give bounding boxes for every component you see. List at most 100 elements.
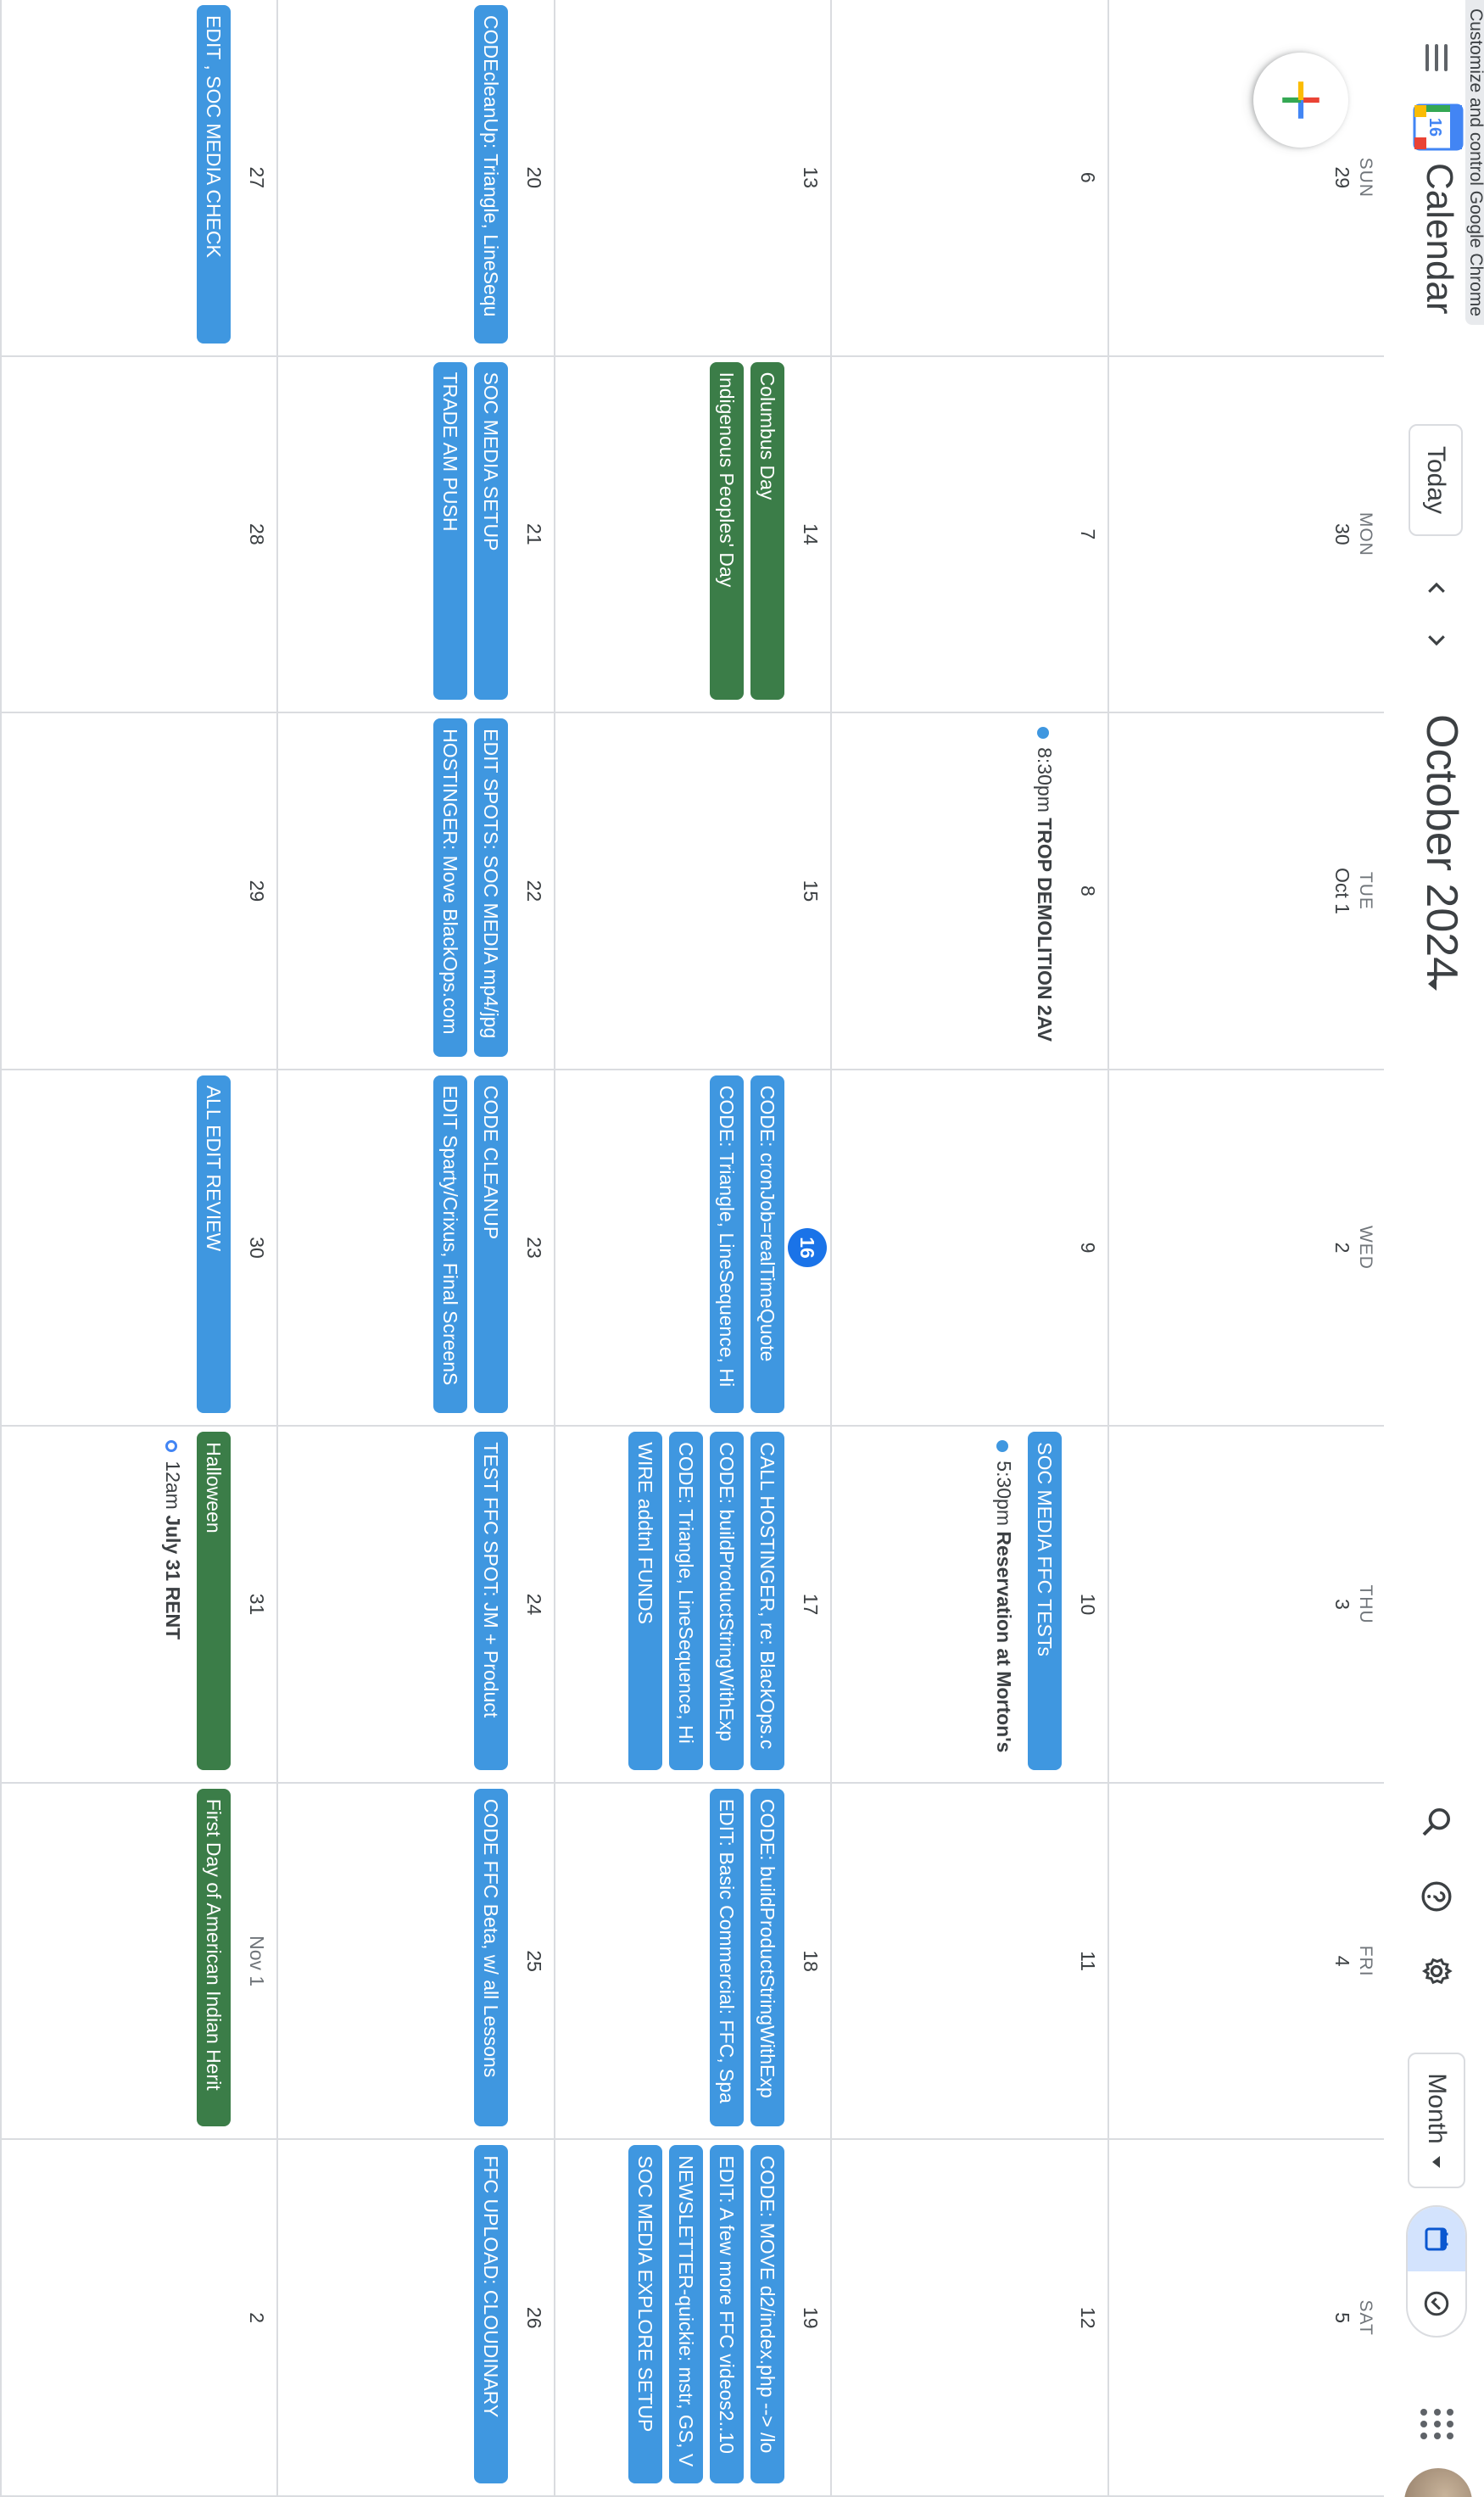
date-number[interactable]: 28 bbox=[245, 357, 268, 712]
all-day-event[interactable]: Indigenous Peoples' Day bbox=[710, 361, 745, 701]
all-day-event[interactable]: Columbus Day bbox=[750, 361, 785, 701]
all-day-event[interactable]: SOC MEDIA EXPLORE SETUP bbox=[628, 2145, 663, 2483]
timed-event[interactable]: 12am July 31 RENT bbox=[156, 1430, 190, 1774]
date-number[interactable]: 7 bbox=[1076, 357, 1099, 712]
date-number[interactable]: 29 bbox=[245, 713, 268, 1069]
date-number[interactable]: 30 bbox=[245, 1070, 268, 1426]
date-number[interactable]: 14 bbox=[799, 357, 822, 712]
day-cell[interactable]: 13 bbox=[553, 0, 831, 357]
day-cell[interactable]: WED 2 bbox=[1107, 1070, 1384, 1427]
all-day-event[interactable]: CODE: Triangle, LineSequence, Hi bbox=[669, 1432, 704, 1770]
all-day-event[interactable]: EDIT Sparty/Crixus, Final ScreenS bbox=[432, 1075, 467, 1414]
date-number[interactable]: 5 bbox=[1331, 2140, 1353, 2495]
create-button[interactable] bbox=[1253, 53, 1348, 148]
date-number[interactable]: 27 bbox=[245, 0, 268, 355]
all-day-event[interactable]: FFC UPLOAD: CLOUDINARY bbox=[473, 2145, 508, 2483]
date-number[interactable]: 11 bbox=[1076, 1784, 1099, 2139]
settings-gear-icon[interactable] bbox=[1416, 1951, 1457, 1991]
day-cell[interactable]: FRI 4 bbox=[1107, 1783, 1384, 2141]
date-number[interactable]: 19 bbox=[799, 2140, 822, 2495]
all-day-event[interactable]: CODE: buildProductStringWithExp bbox=[710, 1432, 745, 1770]
date-number[interactable]: 20 bbox=[522, 0, 545, 355]
all-day-event[interactable]: EDIT SPOTS: SOC MEDIA mp4/jpg bbox=[473, 718, 508, 1057]
next-month-button[interactable] bbox=[1418, 621, 1455, 658]
month-title[interactable]: October 2024 bbox=[1416, 714, 1467, 981]
day-cell[interactable]: 7 bbox=[830, 356, 1107, 714]
all-day-event[interactable]: NEWSLETTER-quickie: mstr, GS, V bbox=[669, 2145, 704, 2483]
timed-event[interactable]: 8:30pm TROP DEMOLITION 2AV bbox=[1028, 717, 1062, 1060]
date-number[interactable]: 9 bbox=[1076, 1070, 1099, 1426]
date-number[interactable]: 30 bbox=[1331, 357, 1353, 712]
day-cell[interactable]: 12 bbox=[830, 2140, 1107, 2497]
main-menu-icon[interactable] bbox=[1420, 41, 1453, 75]
date-number[interactable]: 25 bbox=[522, 1784, 545, 2139]
all-day-event[interactable]: TEST FFC SPOT: JM + Product bbox=[473, 1432, 508, 1770]
all-day-event[interactable]: CALL HOSTINGER, re: BlackOps.c bbox=[750, 1432, 785, 1770]
all-day-event[interactable]: SOC MEDIA SETUP bbox=[473, 361, 508, 701]
date-number[interactable]: Oct 1 bbox=[1331, 713, 1353, 1069]
date-number[interactable]: 12 bbox=[1076, 2140, 1099, 2495]
date-number[interactable]: 15 bbox=[799, 713, 822, 1069]
all-day-event[interactable]: SOC MEDIA FFC TESTs bbox=[1027, 1432, 1062, 1770]
calendar-logo[interactable]: 16 bbox=[1411, 102, 1467, 153]
all-day-event[interactable]: EDIT: A few more FFC videos2..10 bbox=[710, 2145, 745, 2483]
all-day-event[interactable]: CODE: Triangle, LineSequence, Hi bbox=[710, 1075, 745, 1414]
day-cell[interactable]: 14 Columbus Day Indigenous Peoples' Day bbox=[553, 356, 831, 714]
day-cell[interactable]: 17 CALL HOSTINGER, re: BlackOps.c CODE: bu… bbox=[553, 1427, 831, 1784]
date-number[interactable]: 24 bbox=[522, 1427, 545, 1782]
all-day-event[interactable]: EDIT: Basic Commercial: FFC, Spa bbox=[710, 1788, 745, 2127]
all-day-event[interactable]: Halloween bbox=[197, 1432, 232, 1770]
day-cell[interactable]: 24 TEST FFC SPOT: JM + Product bbox=[276, 1427, 554, 1784]
all-day-event[interactable]: EDIT , SOC MEDIA CHECK bbox=[197, 5, 232, 344]
view-selector-button[interactable]: Month bbox=[1408, 2053, 1465, 2188]
month-dropdown-caret-icon[interactable] bbox=[1428, 977, 1437, 991]
day-cell[interactable]: SUN 29 bbox=[1107, 0, 1384, 357]
all-day-event[interactable]: CODE FFC Beta, w/ all Lessons bbox=[473, 1788, 508, 2127]
day-cell[interactable]: 15 bbox=[553, 713, 831, 1070]
day-cell[interactable]: 8 8:30pm TROP DEMOLITION 2AV bbox=[830, 713, 1107, 1070]
day-cell[interactable]: MON 30 bbox=[1107, 356, 1384, 714]
date-number[interactable]: 13 bbox=[799, 0, 822, 355]
all-day-event[interactable]: First Day of American Indian Herit bbox=[197, 1788, 232, 2127]
date-number[interactable]: 17 bbox=[799, 1427, 822, 1782]
day-cell[interactable]: 20 CODEcleanUp: Triangle, LineSequ bbox=[276, 0, 554, 357]
all-day-event[interactable]: TRADE AM PUSH bbox=[432, 361, 467, 701]
day-cell[interactable]: 6 bbox=[830, 0, 1107, 357]
all-day-event[interactable]: CODE CLEANUP bbox=[473, 1075, 508, 1414]
day-cell[interactable]: 23 CODE CLEANUP EDIT Sparty/Crixus, Final … bbox=[276, 1070, 554, 1427]
date-number[interactable]: 6 bbox=[1076, 0, 1099, 355]
date-number[interactable]: 3 bbox=[1331, 1427, 1353, 1782]
day-cell[interactable]: TUE Oct 1 bbox=[1107, 713, 1384, 1070]
help-icon[interactable] bbox=[1416, 1876, 1457, 1917]
date-number[interactable]: 31 bbox=[245, 1427, 268, 1782]
all-day-event[interactable]: CODEcleanUp: Triangle, LineSequ bbox=[473, 5, 508, 344]
date-number[interactable]: 23 bbox=[522, 1070, 545, 1426]
search-icon[interactable] bbox=[1416, 1802, 1457, 1842]
date-number[interactable]: 2 bbox=[1331, 1070, 1353, 1426]
day-cell[interactable]: 21 SOC MEDIA SETUP TRADE AM PUSH bbox=[276, 356, 554, 714]
google-apps-icon[interactable] bbox=[1420, 2409, 1453, 2443]
day-cell[interactable]: 29 bbox=[0, 713, 277, 1070]
today-button[interactable]: Today bbox=[1409, 424, 1463, 536]
all-day-event[interactable]: CODE: cronJob=realTimeQuote bbox=[750, 1075, 785, 1414]
day-cell[interactable]: 10 SOC MEDIA FFC TESTs 5:30pm Reservation … bbox=[830, 1427, 1107, 1784]
date-number[interactable]: 29 bbox=[1331, 0, 1353, 355]
all-day-event[interactable]: ALL EDIT REVIEW bbox=[197, 1075, 232, 1414]
date-number[interactable]: 10 bbox=[1076, 1427, 1099, 1782]
date-number[interactable]: 21 bbox=[522, 357, 545, 712]
day-cell[interactable]: 22 EDIT SPOTS: SOC MEDIA mp4/jpg HOSTINGER… bbox=[276, 713, 554, 1070]
calendar-view-toggle[interactable] bbox=[1408, 2207, 1465, 2271]
date-number[interactable]: 2 bbox=[245, 2140, 268, 2495]
all-day-event[interactable]: CODE: buildProductStringWithExp bbox=[750, 1788, 785, 2127]
day-cell[interactable]: 25 CODE FFC Beta, w/ all Lessons bbox=[276, 1783, 554, 2141]
timed-event[interactable]: 5:30pm Reservation at Morton's bbox=[987, 1430, 1021, 1774]
date-number[interactable]: 4 bbox=[1331, 1784, 1353, 2139]
date-number[interactable]: 8 bbox=[1076, 713, 1099, 1069]
day-cell[interactable]: 16 CODE: cronJob=realTimeQuote CODE: Trian… bbox=[553, 1070, 831, 1427]
day-cell[interactable]: 9 bbox=[830, 1070, 1107, 1427]
date-number[interactable]: Nov 1 bbox=[245, 1784, 268, 2139]
day-cell[interactable]: 18 CODE: buildProductStringWithExp EDIT: B… bbox=[553, 1783, 831, 2141]
day-cell[interactable]: Nov 1 First Day of American Indian Herit bbox=[0, 1783, 277, 2141]
date-number[interactable]: 18 bbox=[799, 1784, 822, 2139]
account-avatar[interactable] bbox=[1404, 2468, 1472, 2497]
